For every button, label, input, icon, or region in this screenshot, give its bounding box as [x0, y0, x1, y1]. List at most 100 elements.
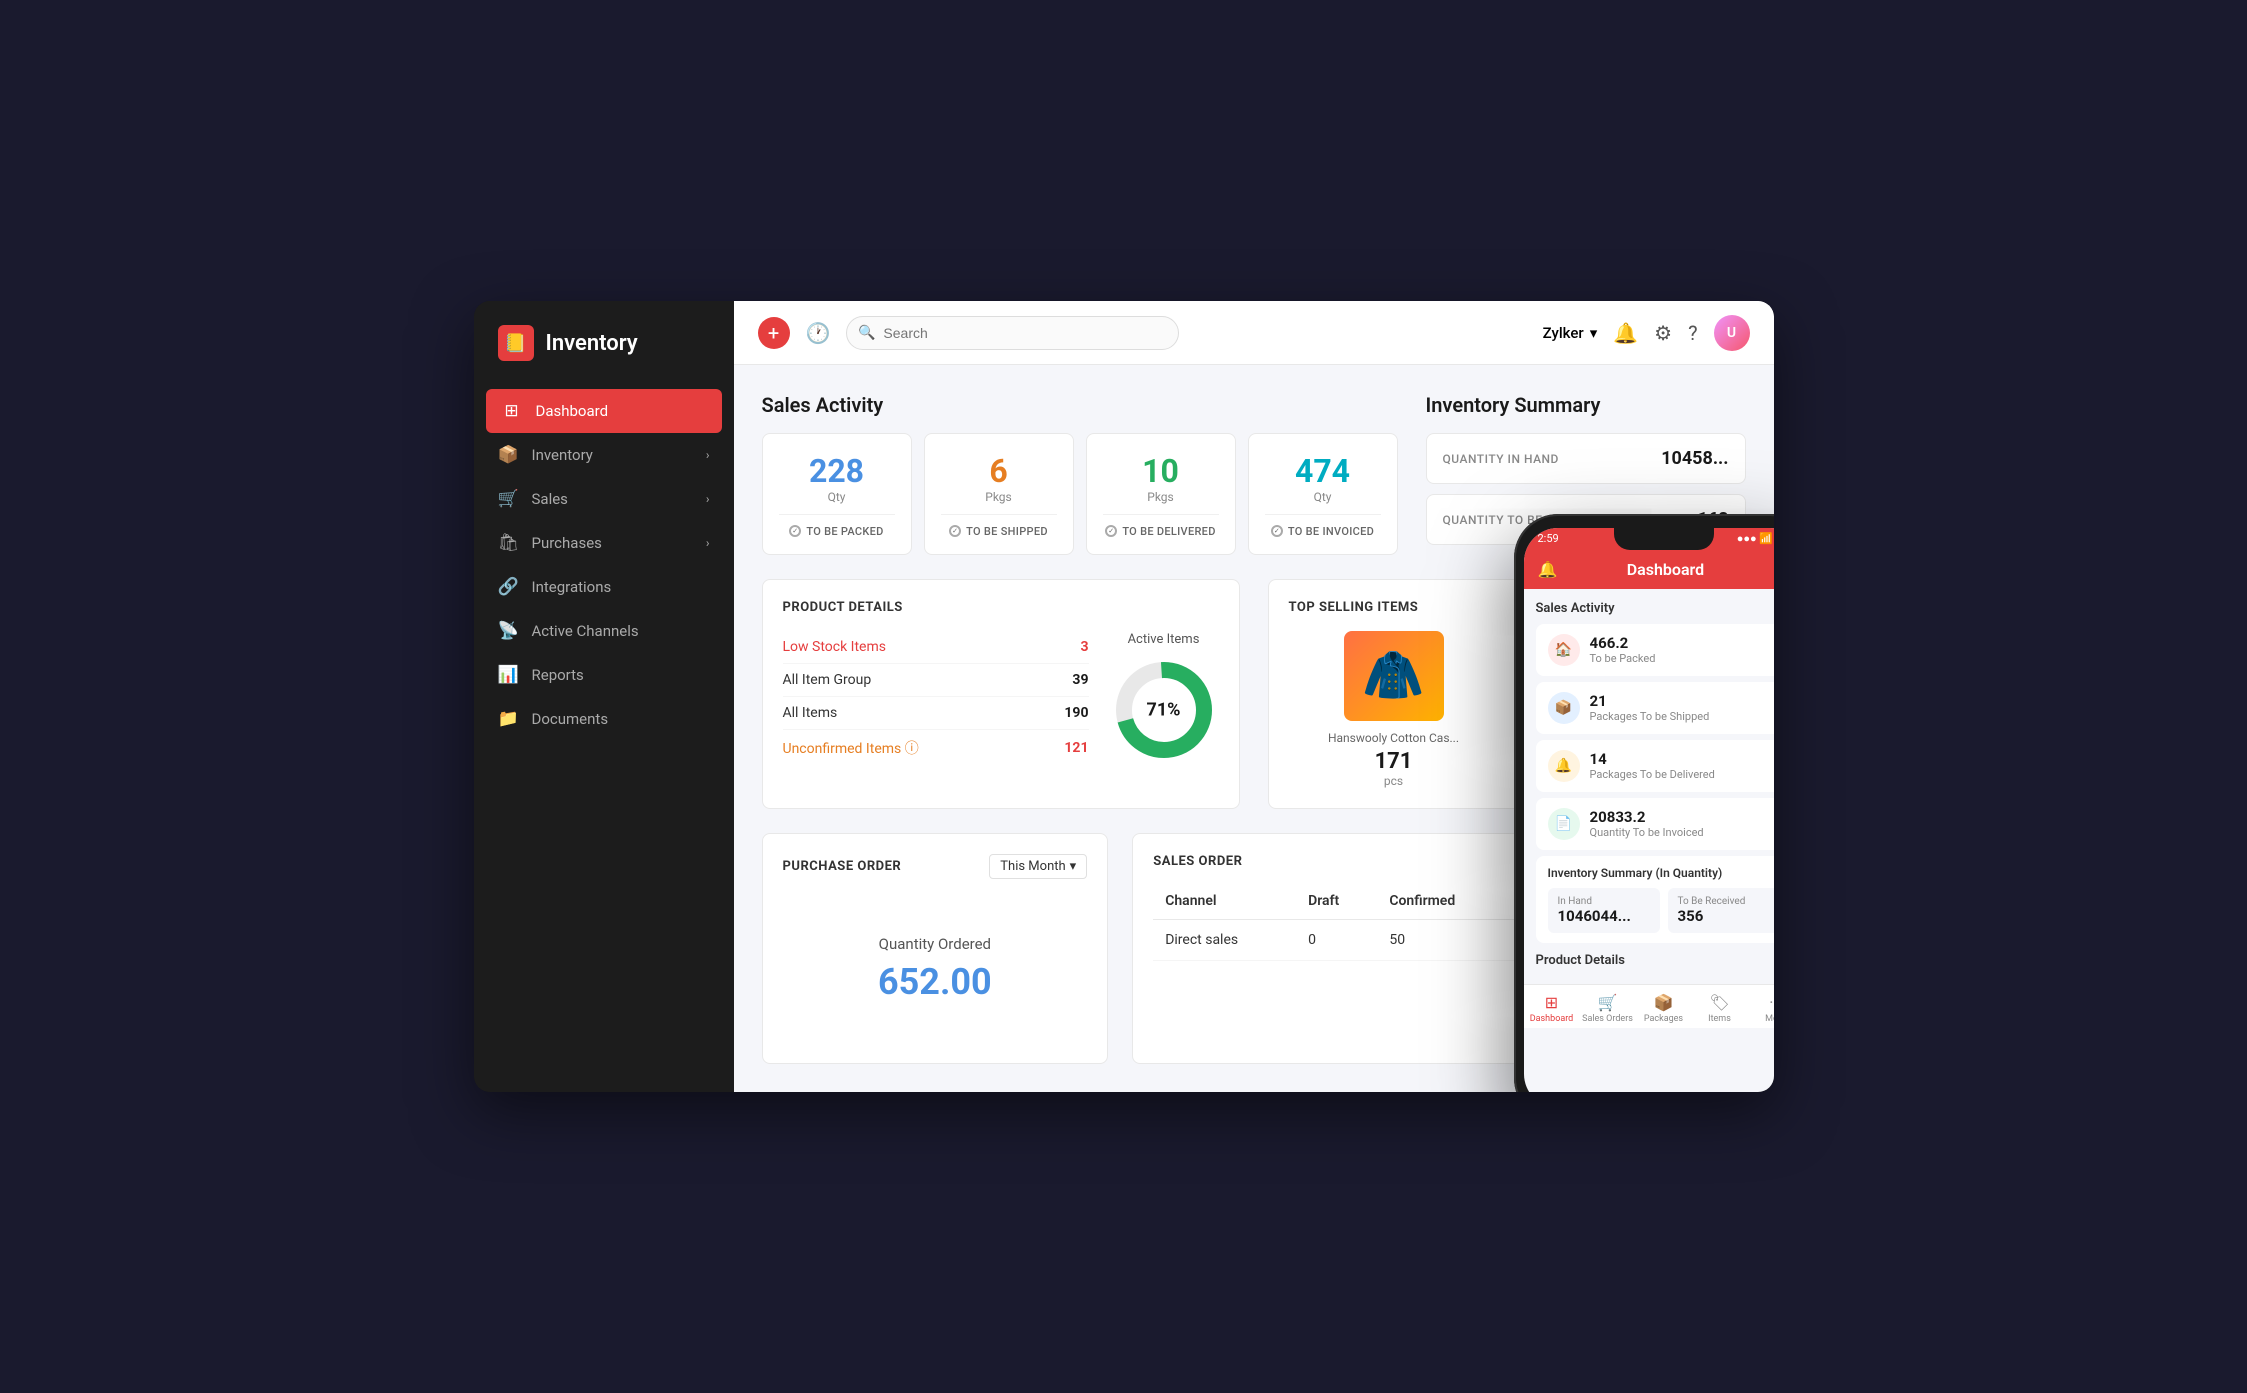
purchase-order-header: PURCHASE ORDER This Month ▾ — [783, 854, 1088, 879]
add-button[interactable]: + — [758, 317, 790, 349]
sidebar-item-label: Reports — [532, 666, 584, 684]
quantity-ordered-value: 652.00 — [878, 961, 992, 1003]
phone-nav-items[interactable]: 🏷 Items — [1692, 993, 1748, 1024]
purchase-order-title: PURCHASE ORDER — [783, 859, 902, 874]
phone-to-be-received-label: To Be Received — [1678, 896, 1770, 907]
phone-in-hand-card[interactable]: In Hand 1046044... — [1548, 888, 1660, 933]
phone-inv-title: Inventory Summary (In Quantity) — [1548, 866, 1774, 880]
to-be-packed-label: ✓ TO BE PACKED — [789, 525, 883, 538]
all-item-group-value: 39 — [1072, 672, 1088, 688]
to-be-delivered-unit: Pkgs — [1147, 490, 1173, 504]
to-be-delivered-label: ✓ TO BE DELIVERED — [1105, 525, 1215, 538]
sidebar-item-dashboard[interactable]: ⊞ Dashboard — [486, 389, 722, 433]
sidebar-item-reports[interactable]: 📊 Reports — [474, 653, 734, 697]
sidebar-item-purchases[interactable]: 🛍 Purchases › — [474, 521, 734, 565]
month-selector[interactable]: This Month ▾ — [989, 854, 1087, 879]
qty-in-hand-card[interactable]: QUANTITY IN HAND 10458... — [1426, 433, 1746, 484]
phone-activity-to-pack[interactable]: 🏠 466.2 To be Packed › — [1536, 624, 1774, 676]
phone-nav-sales-orders[interactable]: 🛒 Sales Orders — [1580, 993, 1636, 1024]
all-items[interactable]: All Items 190 — [783, 697, 1089, 730]
app-title: Inventory — [546, 331, 638, 356]
avatar[interactable]: U — [1714, 315, 1750, 351]
gear-icon[interactable]: ⚙ — [1654, 321, 1672, 345]
phone-pack-number: 466.2 — [1590, 634, 1766, 652]
active-items-label: Active Items — [1128, 632, 1200, 647]
phone-activity-to-ship[interactable]: 📦 21 Packages To be Shipped › — [1536, 682, 1774, 734]
phone-sales-activity-label: Sales Activity — [1536, 601, 1774, 616]
to-be-delivered-card[interactable]: 10 Pkgs ✓ TO BE DELIVERED — [1086, 433, 1236, 554]
header-right: Zylker ▾ 🔔 ⚙ ? U — [1543, 315, 1750, 351]
sidebar-item-sales[interactable]: 🛒 Sales › — [474, 477, 734, 521]
to-be-packed-card[interactable]: 228 Qty ✓ TO BE PACKED — [762, 433, 912, 554]
sidebar-item-active-channels[interactable]: 📡 Active Channels — [474, 609, 734, 653]
phone-activity-to-deliver[interactable]: 🔔 14 Packages To be Delivered › — [1536, 740, 1774, 792]
sidebar-item-label: Integrations — [532, 578, 612, 596]
sales-icon: 🛒 — [498, 489, 518, 509]
dashboard-icon: ⊞ — [502, 401, 522, 421]
phone-nav-sales-icon: 🛒 — [1598, 993, 1618, 1012]
phone-nav-packages-icon: 📦 — [1654, 993, 1674, 1012]
to-be-shipped-card[interactable]: 6 Pkgs ✓ TO BE SHIPPED — [924, 433, 1074, 554]
phone-nav-packages-label: Packages — [1644, 1014, 1683, 1024]
to-be-shipped-number: 6 — [989, 454, 1007, 489]
product-details-section: PRODUCT DETAILS Low Stock Items 3 All It… — [762, 579, 1240, 809]
phone-invoice-number: 20833.2 — [1590, 808, 1766, 826]
product-count-1: 171 — [1375, 749, 1413, 774]
phone-invoice-label: Quantity To be Invoiced — [1590, 826, 1766, 839]
phone-nav-packages[interactable]: 📦 Packages — [1636, 993, 1692, 1024]
sidebar-item-label: Active Channels — [532, 622, 639, 640]
phone-activity-to-invoice[interactable]: 📄 20833.2 Quantity To be Invoiced › — [1536, 798, 1774, 850]
to-be-shipped-label: ✓ TO BE SHIPPED — [949, 525, 1048, 538]
phone-in-hand-label: In Hand — [1558, 896, 1650, 907]
purchase-content: Quantity Ordered 652.00 — [783, 895, 1088, 1043]
company-selector[interactable]: Zylker ▾ — [1543, 324, 1598, 342]
sidebar-item-integrations[interactable]: 🔗 Integrations — [474, 565, 734, 609]
sales-order-title: SALES ORDER — [1153, 854, 1242, 869]
circle-check-icon: ✓ — [1271, 525, 1283, 537]
sidebar-item-label: Purchases — [532, 534, 602, 552]
product-name-1: Hanswooly Cotton Cas... — [1328, 731, 1459, 745]
to-be-invoiced-number: 474 — [1295, 454, 1350, 489]
phone-to-be-received-value: 356 — [1678, 907, 1770, 925]
donut-container: Active Items 71% — [1109, 631, 1219, 766]
sidebar-item-inventory[interactable]: 📦 Inventory › — [474, 433, 734, 477]
help-icon[interactable]: ? — [1688, 321, 1697, 345]
phone-nav-dashboard-label: Dashboard — [1530, 1014, 1574, 1024]
unconfirmed-items[interactable]: Unconfirmed Items ⓘ 121 — [783, 730, 1089, 766]
phone-deliver-label: Packages To be Delivered — [1590, 768, 1766, 781]
to-be-invoiced-unit: Qty — [1314, 490, 1332, 504]
history-icon[interactable]: 🕐 — [806, 321, 831, 345]
to-be-invoiced-card[interactable]: 474 Qty ✓ TO BE INVOICED — [1248, 433, 1398, 554]
phone-nav-items-label: Items — [1708, 1014, 1731, 1024]
donut-chart: 71% — [1109, 655, 1219, 765]
search-icon: 🔍 — [858, 325, 875, 341]
search-container: 🔍 — [846, 316, 1178, 350]
search-input[interactable] — [846, 316, 1178, 350]
purchase-order-section: PURCHASE ORDER This Month ▾ Quantity Ord… — [762, 833, 1109, 1064]
all-item-group[interactable]: All Item Group 39 — [783, 664, 1089, 697]
phone-deliver-icon: 🔔 — [1548, 750, 1580, 782]
phone-nav-more[interactable]: ··· More — [1748, 993, 1774, 1024]
chevron-down-icon: ▾ — [1590, 324, 1598, 342]
phone-to-be-received-card[interactable]: To Be Received 356 — [1668, 888, 1774, 933]
inventory-icon: 📦 — [498, 445, 518, 465]
bell-icon[interactable]: 🔔 — [1613, 321, 1638, 345]
phone-deliver-number: 14 — [1590, 750, 1766, 768]
phone-product-details-label: Product Details — [1536, 953, 1774, 968]
phone-nav-dashboard[interactable]: ⊞ Dashboard — [1524, 993, 1580, 1024]
circle-check-icon: ✓ — [1105, 525, 1117, 537]
selling-item-1[interactable]: 🧥 Hanswooly Cotton Cas... 171 pcs — [1289, 631, 1499, 788]
phone-inv-row: In Hand 1046044... To Be Received 356 — [1548, 888, 1774, 933]
phone-ship-icon: 📦 — [1548, 692, 1580, 724]
sidebar-item-documents[interactable]: 📁 Documents — [474, 697, 734, 741]
product-details-header: PRODUCT DETAILS — [783, 600, 1219, 615]
draft-value: 0 — [1296, 919, 1377, 960]
low-stock-item[interactable]: Low Stock Items 3 — [783, 631, 1089, 664]
phone-signal: ●●● 📶 🔋 — [1737, 532, 1774, 545]
phone-nav-items-icon: 🏷 — [1709, 993, 1729, 1012]
reports-icon: 📊 — [498, 665, 518, 685]
phone-in-hand-value: 1046044... — [1558, 907, 1650, 925]
col-channel: Channel — [1153, 885, 1296, 920]
chevron-down-icon: ▾ — [1070, 859, 1077, 874]
chevron-right-icon: › — [706, 536, 710, 550]
